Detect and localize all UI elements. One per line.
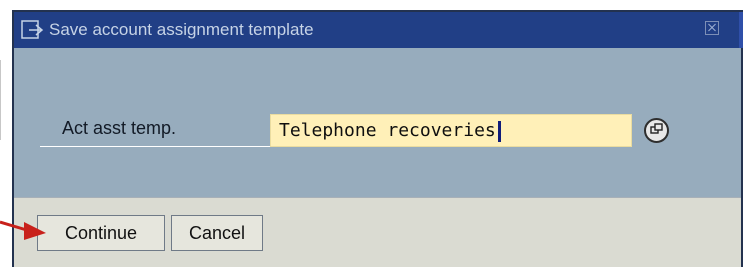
dialog-title: Save account assignment template (49, 20, 314, 39)
background-window-edge (0, 60, 4, 140)
save-template-dialog: Save account assignment template Act ass… (12, 10, 743, 267)
possible-entries-icon[interactable] (644, 118, 669, 143)
template-name-input[interactable]: Telephone recoveries (270, 114, 632, 147)
continue-button[interactable]: Continue (37, 215, 165, 251)
cancel-button[interactable]: Cancel (171, 215, 263, 251)
dialog-arrow-icon (21, 20, 44, 39)
text-cursor (497, 120, 501, 142)
template-name-value: Telephone recoveries (279, 120, 496, 141)
button-bar: Continue Cancel (14, 197, 741, 267)
label-underline (40, 146, 274, 147)
title-bar[interactable]: Save account assignment template (14, 12, 743, 48)
template-field-label: Act asst temp. (62, 118, 177, 138)
red-arrow-icon (0, 220, 46, 240)
close-icon[interactable] (705, 21, 719, 35)
titlebar-edge (739, 12, 743, 48)
